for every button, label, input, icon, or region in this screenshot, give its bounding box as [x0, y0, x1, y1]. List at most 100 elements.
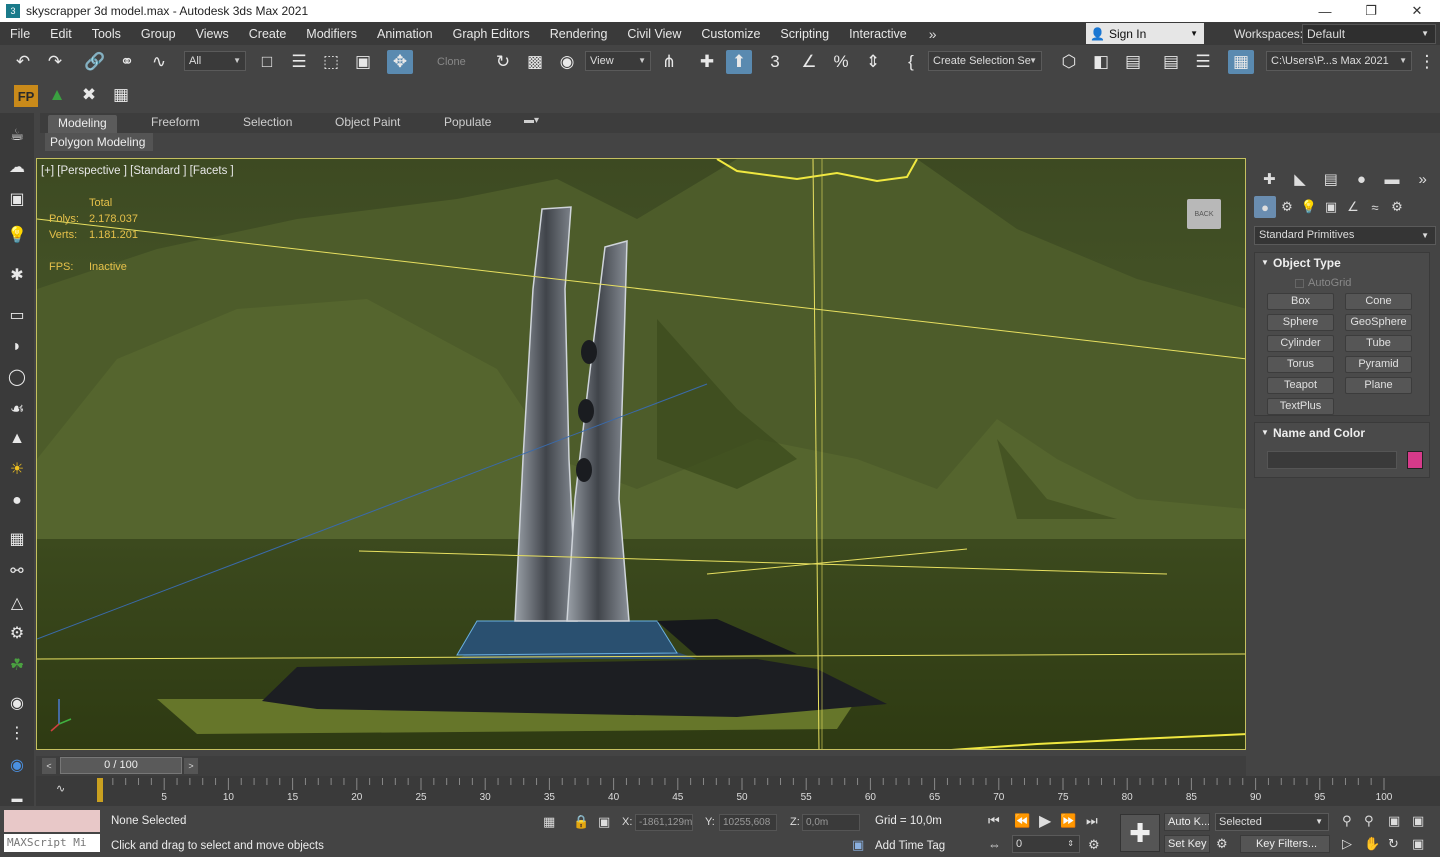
- hierarchy-tab-icon[interactable]: ▤: [1315, 166, 1346, 192]
- zoom-extents-icon[interactable]: ▣: [1388, 813, 1400, 829]
- select-object-icon[interactable]: □: [254, 50, 280, 74]
- menu-civil-view[interactable]: Civil View: [617, 27, 691, 41]
- menu-graph-editors[interactable]: Graph Editors: [443, 27, 540, 41]
- helpers-icon[interactable]: ∠: [1342, 196, 1364, 218]
- light-bulb-icon[interactable]: 💡: [5, 223, 29, 247]
- current-frame-spinner[interactable]: 0 ⇕: [1012, 835, 1080, 853]
- sign-in-button[interactable]: 👤 Sign In ▼: [1086, 23, 1204, 44]
- cone-button[interactable]: Cone: [1345, 293, 1412, 310]
- mirror-icon[interactable]: ◧: [1088, 50, 1114, 74]
- menu-scripting[interactable]: Scripting: [770, 27, 839, 41]
- previous-frame-arrow-icon[interactable]: <: [42, 758, 56, 774]
- bind-space-warp-icon[interactable]: ∿: [146, 50, 172, 74]
- minimize-button[interactable]: —: [1302, 0, 1348, 22]
- zoom-icon[interactable]: ⚲: [1342, 813, 1352, 829]
- angle-snap-icon[interactable]: ∠: [796, 50, 822, 74]
- grid-icon[interactable]: ▦: [5, 527, 29, 551]
- cone-icon[interactable]: ▲: [5, 427, 29, 451]
- toolbar-overflow-icon[interactable]: ⋮: [1414, 50, 1440, 74]
- go-to-end-icon[interactable]: ⏭: [1086, 813, 1098, 829]
- table-icon[interactable]: ▦: [108, 83, 134, 107]
- space-warps-icon[interactable]: ≈: [1364, 196, 1386, 218]
- textplus-button[interactable]: TextPlus: [1267, 398, 1334, 415]
- maximize-viewport-icon[interactable]: ▣: [1412, 836, 1424, 852]
- workspace-select[interactable]: Default ▼: [1302, 24, 1436, 44]
- select-by-name-icon[interactable]: ☰: [286, 50, 312, 74]
- key-mode-select[interactable]: Selected ▼: [1215, 813, 1329, 831]
- lock-icon[interactable]: 🔒: [573, 814, 589, 830]
- box-button[interactable]: Box: [1267, 293, 1334, 310]
- key-filters-button[interactable]: Key Filters...: [1240, 835, 1330, 853]
- pivot-center-icon[interactable]: ⋔: [656, 50, 682, 74]
- gear-icon[interactable]: ⚙: [5, 621, 29, 645]
- display-tab-icon[interactable]: ▬: [1377, 166, 1408, 192]
- pan-view-icon[interactable]: ✋: [1364, 836, 1380, 852]
- sphere-button[interactable]: Sphere: [1267, 314, 1334, 331]
- zoom-all-icon[interactable]: ⚲: [1364, 813, 1374, 829]
- auto-key-button[interactable]: Auto K...: [1164, 813, 1210, 831]
- select-manipulate-icon[interactable]: ✚: [694, 50, 720, 74]
- z-coordinate-field[interactable]: 0,0m: [802, 814, 860, 831]
- reference-coordinate-select[interactable]: View ▼: [585, 51, 651, 71]
- color-dots-icon[interactable]: ⋮: [5, 721, 29, 745]
- perspective-viewport[interactable]: [+] [Perspective ] [Standard ] [Facets ]…: [36, 158, 1246, 750]
- x-coordinate-field[interactable]: -1861,129m: [635, 814, 693, 831]
- tab-populate[interactable]: Populate: [444, 115, 491, 133]
- create-tab-icon[interactable]: ✚: [1254, 166, 1285, 192]
- edit-named-selection-icon[interactable]: {: [898, 50, 924, 74]
- sphere-icon[interactable]: ●: [5, 489, 29, 513]
- menu-interactive[interactable]: Interactive: [839, 27, 917, 41]
- object-name-field[interactable]: [1267, 451, 1397, 469]
- project-folder-select[interactable]: C:\Users\P...s Max 2021 ▼: [1266, 51, 1412, 71]
- previous-key-icon[interactable]: ⏪: [1014, 813, 1030, 829]
- polygon-modeling-panel[interactable]: Polygon Modeling: [45, 133, 153, 151]
- go-to-start-icon[interactable]: ⏮: [988, 813, 1000, 829]
- selection-filter-select[interactable]: All ▼: [184, 51, 246, 71]
- menu-edit[interactable]: Edit: [40, 27, 82, 41]
- tab-freeform[interactable]: Freeform: [151, 115, 200, 133]
- menu-rendering[interactable]: Rendering: [540, 27, 618, 41]
- basket-icon[interactable]: ☙: [5, 397, 29, 421]
- time-tag-icon[interactable]: ▣: [852, 837, 864, 853]
- utilities-tab-icon[interactable]: »: [1407, 166, 1438, 192]
- cylinder-button[interactable]: Cylinder: [1267, 335, 1334, 352]
- cameras-icon[interactable]: ▣: [1320, 196, 1342, 218]
- zoom-extents-all-icon[interactable]: ▣: [1412, 813, 1424, 829]
- motion-tab-icon[interactable]: ●: [1346, 166, 1377, 192]
- teapot-icon[interactable]: ☕: [5, 123, 29, 147]
- menu-views[interactable]: Views: [186, 27, 239, 41]
- tab-modeling[interactable]: Modeling: [48, 115, 117, 133]
- menu-file[interactable]: File: [0, 27, 40, 41]
- maxscript-mini-listener[interactable]: MAXScript Mi: [4, 834, 100, 852]
- time-configuration-icon[interactable]: ⚙: [1088, 837, 1100, 853]
- lights-icon[interactable]: 💡: [1298, 196, 1320, 218]
- shape-icon[interactable]: △: [5, 591, 29, 615]
- keyboard-shortcut-override-icon[interactable]: ⬆: [726, 50, 752, 74]
- align-icon[interactable]: ▤: [1120, 50, 1146, 74]
- particle-icon[interactable]: ✱: [5, 263, 29, 287]
- snaps-toggle-icon[interactable]: 3: [762, 50, 788, 74]
- named-selection-set-select[interactable]: Create Selection Se ▼: [928, 51, 1042, 71]
- undo-icon[interactable]: ↶: [10, 50, 36, 74]
- mirror-hex-icon[interactable]: ⬡: [1056, 50, 1082, 74]
- pyramid-button[interactable]: Pyramid: [1345, 356, 1412, 373]
- autogrid-checkbox[interactable]: AutoGrid: [1295, 277, 1351, 289]
- name-and-color-header[interactable]: ▼ Name and Color: [1255, 423, 1429, 443]
- sun-icon[interactable]: ☀: [5, 457, 29, 481]
- object-color-swatch[interactable]: [1407, 451, 1423, 469]
- orbit-icon[interactable]: ↻: [1388, 836, 1399, 852]
- plane-button[interactable]: Plane: [1345, 377, 1412, 394]
- time-slider-thumb[interactable]: 0 / 100: [60, 757, 182, 774]
- tab-object-paint[interactable]: Object Paint: [335, 115, 400, 133]
- geometry-icon[interactable]: ●: [1254, 196, 1276, 218]
- redo-icon[interactable]: ↷: [42, 50, 68, 74]
- teapot-button[interactable]: Teapot: [1267, 377, 1334, 394]
- viewport-label[interactable]: [+] [Perspective ] [Standard ] [Facets ]: [41, 165, 234, 177]
- viewcube[interactable]: BACK: [1187, 199, 1221, 229]
- next-frame-arrow-icon[interactable]: >: [184, 758, 198, 774]
- menu-animation[interactable]: Animation: [367, 27, 443, 41]
- object-type-header[interactable]: ▼ Object Type: [1255, 253, 1429, 273]
- environment-icon[interactable]: ◉: [5, 753, 29, 777]
- field-of-view-icon[interactable]: ▷: [1342, 836, 1352, 852]
- primitive-category-select[interactable]: Standard Primitives ▼: [1254, 226, 1436, 245]
